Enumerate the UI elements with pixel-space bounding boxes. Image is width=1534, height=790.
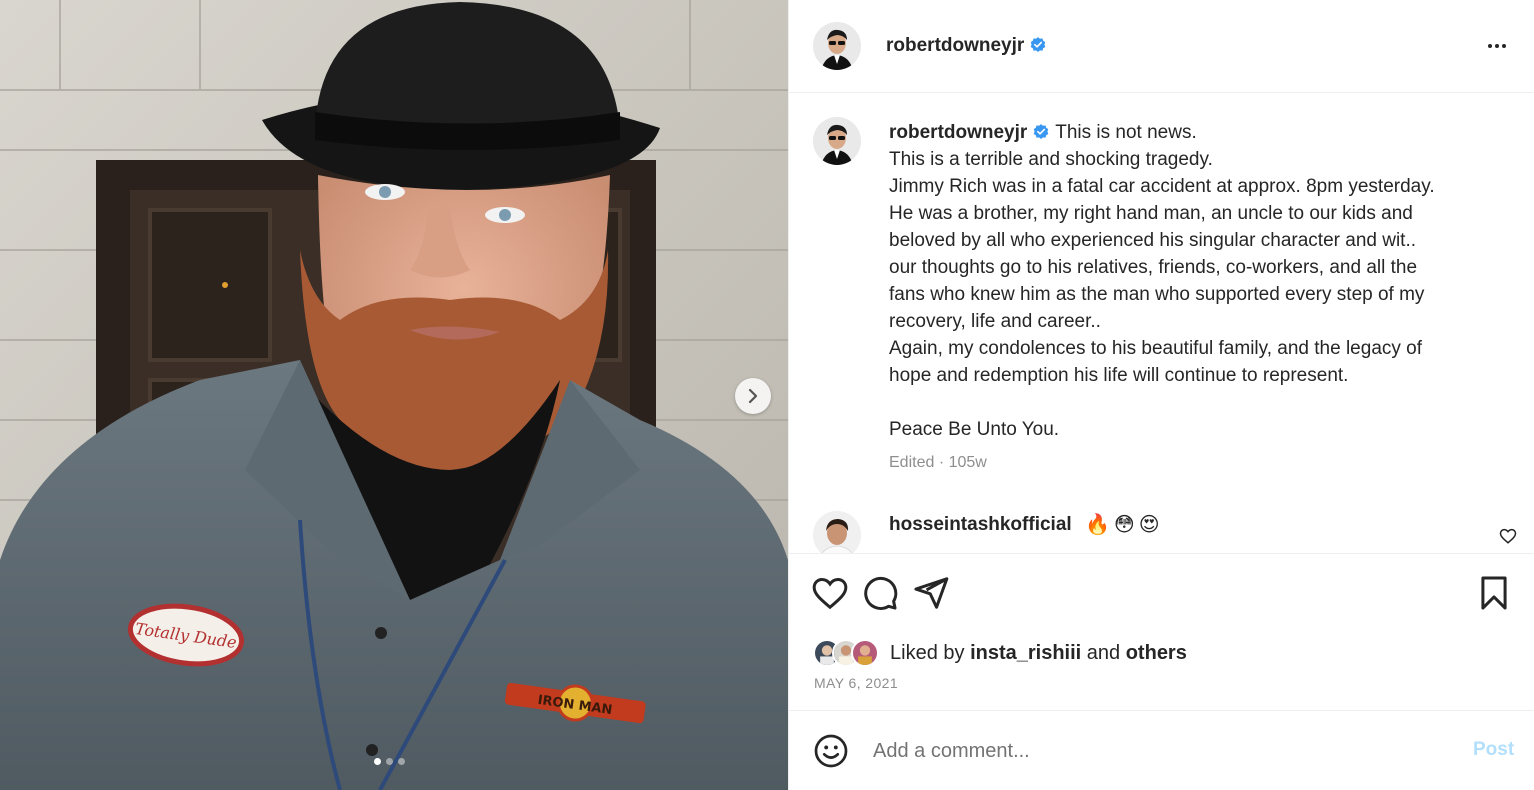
avatar[interactable] xyxy=(851,639,879,667)
post-caption: robertdowneyjr This is not news. This is… xyxy=(889,119,1509,443)
caption-line: fans who knew him as the man who support… xyxy=(889,284,1425,305)
commenter-username[interactable]: hosseintashkofficial xyxy=(889,514,1072,536)
liked-by-joiner: and xyxy=(1086,641,1121,664)
caption-line: recovery, life and career.. xyxy=(889,311,1101,332)
caption-line: our thoughts go to his relatives, friend… xyxy=(889,257,1418,278)
caption-line: He was a brother, my right hand man, an … xyxy=(889,203,1413,224)
caption-username[interactable]: robertdowneyjr xyxy=(889,122,1027,143)
caption-line: This is not news. xyxy=(1055,122,1197,143)
caption-line xyxy=(889,389,1509,416)
caption-first-line: robertdowneyjr This is not news. xyxy=(889,119,1509,146)
carousel-dot[interactable] xyxy=(398,758,405,765)
post-header: robertdowneyjr xyxy=(789,0,1534,93)
post-actions: Liked by insta_rishiii and others MAY 6,… xyxy=(789,553,1534,711)
liked-by-prefix: Liked by xyxy=(890,641,965,664)
more-icon xyxy=(1488,44,1492,48)
author-avatar[interactable] xyxy=(813,22,861,70)
commenter-avatar[interactable] xyxy=(813,511,861,553)
liked-by-user[interactable]: insta_rishiii xyxy=(970,642,1081,664)
bookmark-icon[interactable] xyxy=(1475,574,1513,612)
post-media[interactable]: Totally Dude IRON MAN xyxy=(0,0,788,790)
author-username-text[interactable]: robertdowneyjr xyxy=(886,35,1024,56)
caption-avatar[interactable] xyxy=(813,117,861,165)
caption-line: Peace Be Unto You. xyxy=(889,419,1060,440)
verified-icon xyxy=(1034,124,1049,139)
caption-line: hope and redemption his life will contin… xyxy=(889,365,1349,386)
liked-by-others[interactable]: others xyxy=(1126,642,1187,664)
caption-line: beloved by all who experienced his singu… xyxy=(889,230,1417,251)
comment-like-icon[interactable] xyxy=(1499,527,1517,545)
chevron-right-icon xyxy=(748,388,758,404)
post-date[interactable]: MAY 6, 2021 xyxy=(814,675,898,691)
post-meta: Edited · 105w xyxy=(889,454,987,471)
carousel-dot[interactable] xyxy=(374,758,381,765)
caption-area: robertdowneyjr This is not news. This is… xyxy=(789,93,1534,553)
comment-text: 🔥😳😍 xyxy=(1085,514,1164,536)
comment-icon[interactable] xyxy=(861,574,899,612)
post-side-panel: robertdowneyjr robertdowneyjr This is no… xyxy=(788,0,1534,790)
share-icon[interactable] xyxy=(912,574,950,612)
comment-input[interactable] xyxy=(873,735,1433,767)
comment-item: hosseintashkofficial 🔥😳😍 xyxy=(789,509,1534,553)
add-comment-bar: Post xyxy=(789,711,1534,790)
post-comment-button[interactable]: Post xyxy=(1473,739,1514,761)
liked-by: Liked by insta_rishiii and others xyxy=(813,638,1187,668)
liked-by-text: Liked by insta_rishiii and others xyxy=(890,642,1187,665)
author-username[interactable]: robertdowneyjr xyxy=(886,35,1047,57)
caption-line: Jimmy Rich was in a fatal car accident a… xyxy=(889,176,1435,197)
post-photo: Totally Dude IRON MAN xyxy=(0,0,788,790)
caption-line: This is a terrible and shocking tragedy. xyxy=(889,149,1213,170)
more-options-button[interactable] xyxy=(1483,34,1511,58)
carousel-dot[interactable] xyxy=(386,758,393,765)
carousel-dots xyxy=(374,758,405,765)
heart-icon[interactable] xyxy=(811,574,849,612)
carousel-next-button[interactable] xyxy=(735,378,771,414)
liker-avatars xyxy=(813,639,879,667)
verified-icon xyxy=(1031,37,1046,52)
emoji-icon[interactable] xyxy=(813,733,849,769)
caption-line: Again, my condolences to his beautiful f… xyxy=(889,338,1423,359)
